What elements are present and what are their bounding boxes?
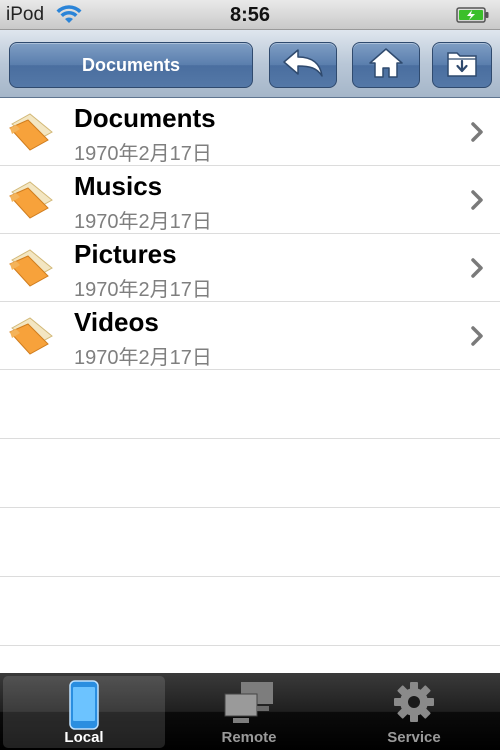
tab-service[interactable]: Service xyxy=(333,676,495,748)
gear-icon xyxy=(392,680,436,729)
file-list: Documents 1970年2月17日 Musics 1970年2月17日 P… xyxy=(0,98,500,646)
tab-label: Service xyxy=(387,729,441,746)
item-title: Documents xyxy=(74,103,216,133)
chevron-right-icon xyxy=(470,121,484,148)
list-item[interactable]: Videos 1970年2月17日 xyxy=(0,302,500,370)
chevron-right-icon xyxy=(470,189,484,216)
list-item[interactable]: Musics 1970年2月17日 xyxy=(0,166,500,234)
chevron-right-icon xyxy=(470,257,484,284)
item-title: Videos xyxy=(74,307,159,337)
folder-download-button[interactable] xyxy=(432,42,492,88)
empty-row xyxy=(0,439,500,508)
back-arrow-icon xyxy=(281,47,325,84)
folder-icon xyxy=(8,178,56,229)
tab-bar: Local Remote Service xyxy=(0,673,500,750)
folder-icon xyxy=(8,314,56,365)
battery-icon xyxy=(456,7,490,28)
list-item[interactable]: Pictures 1970年2月17日 xyxy=(0,234,500,302)
item-date: 1970年2月17日 xyxy=(74,211,212,233)
title-button[interactable]: Documents xyxy=(9,42,253,88)
item-title: Musics xyxy=(74,171,163,201)
folder-download-icon xyxy=(445,47,479,84)
empty-row xyxy=(0,577,500,646)
tab-local[interactable]: Local xyxy=(3,676,165,748)
item-title: Pictures xyxy=(74,239,177,269)
empty-row xyxy=(0,508,500,577)
tab-label: Remote xyxy=(221,729,277,746)
computers-icon xyxy=(223,680,275,733)
list-item[interactable]: Documents 1970年2月17日 xyxy=(0,98,500,166)
item-date: 1970年2月17日 xyxy=(74,143,212,165)
home-button[interactable] xyxy=(352,42,420,88)
navigation-bar: Documents xyxy=(0,30,500,98)
empty-row xyxy=(0,370,500,439)
tab-remote[interactable]: Remote xyxy=(168,676,330,748)
tab-label: Local xyxy=(64,729,104,746)
phone-icon xyxy=(69,680,99,735)
item-date: 1970年2月17日 xyxy=(74,279,212,301)
home-icon xyxy=(368,47,404,84)
folder-icon xyxy=(8,246,56,297)
back-button[interactable] xyxy=(269,42,337,88)
item-date: 1970年2月17日 xyxy=(74,347,212,369)
chevron-right-icon xyxy=(470,325,484,352)
status-bar: iPod 8:56 xyxy=(0,0,500,30)
clock: 8:56 xyxy=(229,4,271,26)
folder-icon xyxy=(8,110,56,161)
